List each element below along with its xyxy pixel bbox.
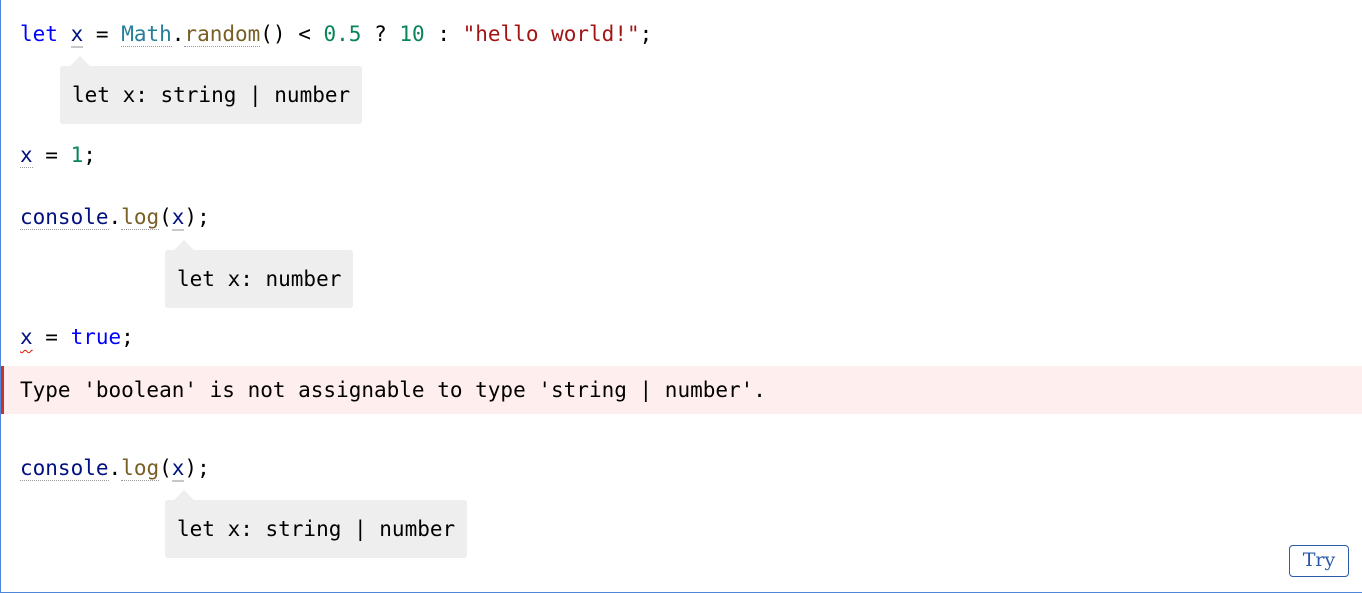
code-line-4: x = true; (20, 323, 134, 351)
function-log[interactable]: log (121, 205, 160, 230)
paren-close: ); (184, 205, 210, 229)
operator-dot: . (108, 456, 122, 480)
type-popover-third: let x: string | number (165, 500, 468, 558)
code-line-2: x = 1; (20, 141, 96, 169)
variable-x[interactable]: x (171, 456, 185, 482)
operator-call-lt: () < (260, 22, 324, 46)
variable-x[interactable]: x (70, 22, 84, 48)
operator-dot: . (171, 22, 185, 46)
number-literal-half: 0.5 (323, 22, 362, 46)
identifier-console[interactable]: console (20, 205, 109, 230)
code-line-3: console.log(x); (20, 203, 210, 231)
operator-assign: = (83, 22, 122, 46)
error-message: Type 'boolean' is not assignable to type… (1, 366, 1362, 414)
identifier-console[interactable]: console (20, 456, 109, 481)
keyword-let: let (20, 22, 58, 46)
operator-ternary-q: ? (361, 22, 400, 46)
function-random[interactable]: random (184, 22, 261, 47)
number-literal-one: 1 (70, 143, 84, 167)
keyword-true: true (70, 325, 122, 349)
variable-x[interactable]: x (20, 143, 33, 168)
semicolon: ; (121, 325, 134, 349)
function-log[interactable]: log (121, 456, 160, 481)
try-button[interactable]: Try (1289, 545, 1349, 577)
paren-open: ( (159, 456, 172, 480)
operator-dot: . (108, 205, 122, 229)
paren-open: ( (159, 205, 172, 229)
operator-ternary-colon: : (424, 22, 463, 46)
string-literal-hello: "hello world!" (462, 22, 640, 46)
identifier-math[interactable]: Math (121, 22, 172, 47)
operator-assign: = (32, 143, 71, 167)
operator-assign: = (32, 325, 71, 349)
variable-x-error[interactable]: x (20, 325, 33, 349)
type-popover-second: let x: number (165, 250, 354, 308)
variable-x[interactable]: x (171, 205, 185, 231)
code-line-5: console.log(x); (20, 454, 210, 482)
semicolon: ; (83, 143, 96, 167)
semicolon: ; (639, 22, 653, 46)
number-literal-ten: 10 (399, 22, 425, 46)
code-sample-panel: let x = Math.random() < 0.5 ? 10 : "hell… (0, 0, 1362, 593)
code-line-1: let x = Math.random() < 0.5 ? 10 : "hell… (20, 20, 652, 48)
paren-close: ); (184, 456, 210, 480)
type-popover-first: let x: string | number (60, 66, 363, 124)
